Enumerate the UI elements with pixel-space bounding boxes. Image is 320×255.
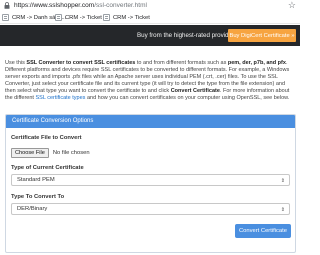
bookmark-star-icon[interactable]: ☆ (288, 0, 296, 10)
intro-bold-text: SSL Converter to convert SSL certificate… (26, 60, 136, 66)
chevron-updown-icon: ⇕ (280, 207, 285, 213)
intro-text: and how you can convert certificates on … (85, 95, 290, 102)
bookmark-favicon-icon (55, 14, 62, 21)
bookmark-favicon-icon (103, 14, 110, 21)
promo-text: Buy from the highest-rated provider (137, 32, 234, 39)
url-host: https://www.sslshopper.com (14, 2, 95, 9)
convert-certificate-button[interactable]: Convert Certificate (235, 224, 291, 238)
conversion-options-panel: Certificate Conversion Options Certifica… (5, 114, 296, 253)
address-bar[interactable]: https://www.sslshopper.com/ssl-converter… (0, 0, 300, 11)
promo-bar: Buy from the highest-rated provider Buy … (0, 25, 300, 46)
bookmarks-bar: CRM -> Danh sách... CRM -> Ticket CRM ->… (0, 11, 300, 24)
intro-paragraph: Use this SSL Converter to convert SSL ce… (5, 60, 296, 103)
chevron-updown-icon: ⇕ (280, 178, 285, 184)
lock-icon (4, 2, 10, 9)
intro-bold-text: pem, der, p7b, and pfx (227, 60, 286, 66)
bookmark-label: CRM -> Ticket (65, 14, 102, 21)
intro-text: Use this (5, 60, 27, 66)
convert-to-value: DER/Binary (17, 206, 48, 212)
file-status-text: No file chosen (52, 149, 90, 156)
file-input[interactable]: Choose File No file chosen (11, 147, 289, 158)
ssl-certificate-types-link[interactable]: SSL certificate types (35, 95, 85, 101)
convert-to-label: Type To Convert To (11, 194, 65, 200)
panel-title: Certificate Conversion Options (6, 115, 295, 128)
current-type-label: Type of Current Certificate (11, 165, 84, 171)
convert-to-select[interactable]: DER/Binary ⇕ (11, 203, 290, 215)
bookmark-label: CRM -> Ticket (113, 14, 150, 21)
current-type-select[interactable]: Standard PEM ⇕ (11, 174, 290, 186)
bookmark-item[interactable]: CRM -> Ticket (103, 13, 150, 22)
bookmark-item[interactable]: CRM -> Ticket (55, 13, 102, 22)
buy-digicert-button[interactable]: Buy DigiCert Certificate » (228, 29, 296, 42)
bookmark-favicon-icon (2, 14, 9, 21)
intro-text: to and from different formats such as (135, 60, 228, 66)
intro-bold-text: Convert Certificate (170, 88, 220, 95)
file-label: Certificate File to Convert (11, 135, 82, 141)
url-path: /ssl-converter.html (94, 2, 147, 9)
current-type-value: Standard PEM (17, 177, 55, 183)
choose-file-button[interactable]: Choose File (11, 147, 49, 158)
url-text[interactable]: https://www.sslshopper.com/ssl-converter… (14, 1, 147, 10)
